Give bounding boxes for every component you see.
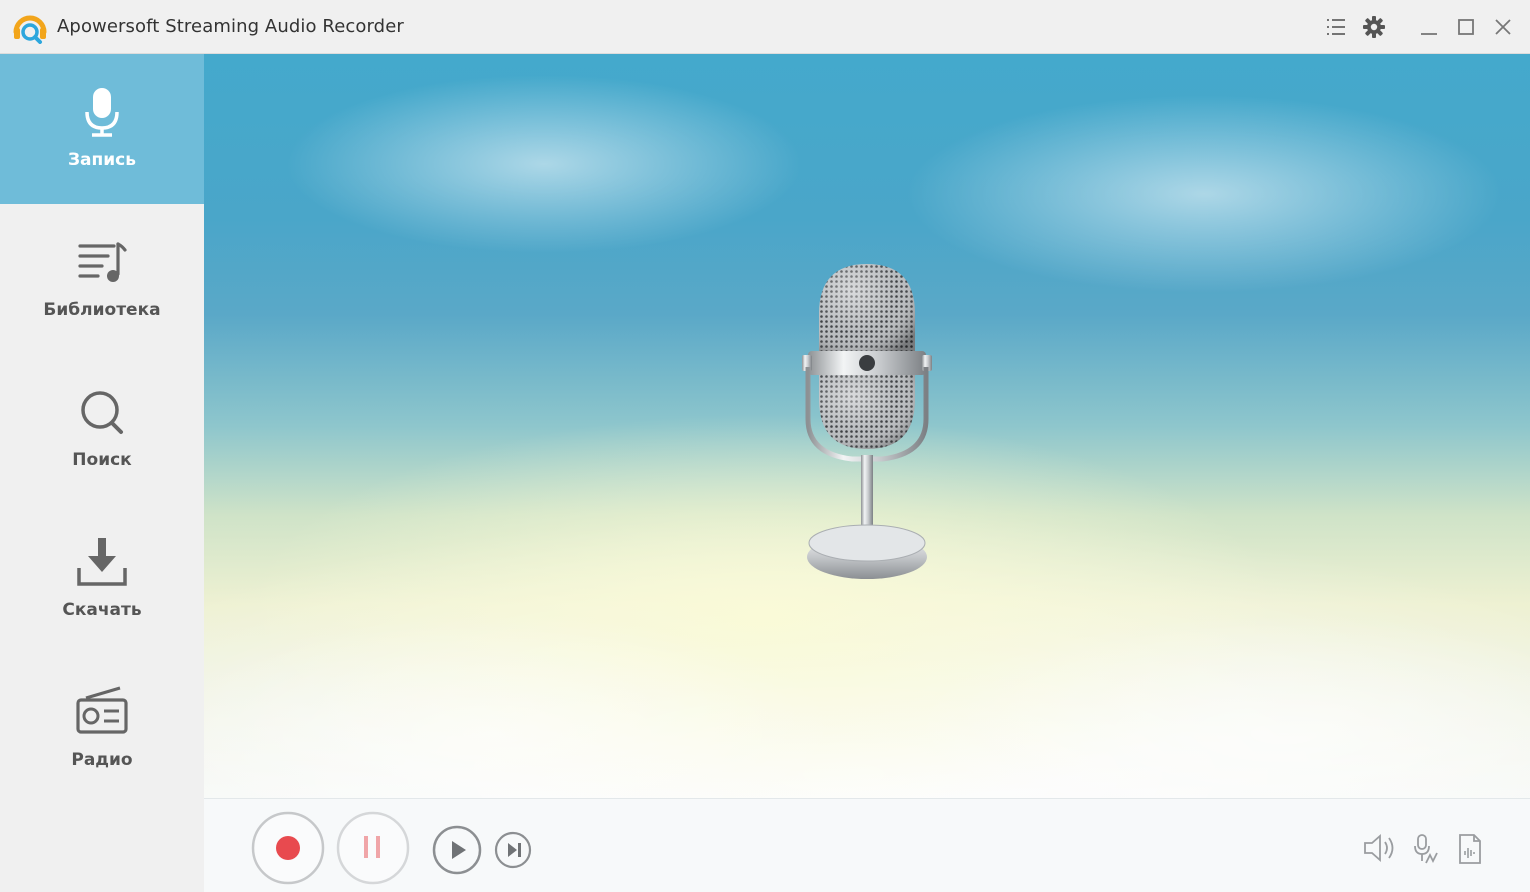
- download-icon: [72, 534, 132, 594]
- audio-source-icon[interactable]: [1412, 833, 1440, 865]
- playback-controls: [204, 798, 1530, 892]
- speaker-icon[interactable]: [1362, 833, 1398, 863]
- sidebar-item-label: Поиск: [72, 450, 132, 470]
- sidebar-item-download[interactable]: Скачать: [0, 504, 204, 654]
- cloud: [904, 614, 1530, 798]
- play-button[interactable]: [432, 825, 482, 875]
- cloud: [904, 94, 1504, 294]
- next-track-icon: [508, 843, 517, 857]
- gear-icon[interactable]: [1361, 14, 1387, 40]
- search-icon: [72, 384, 132, 444]
- record-button[interactable]: [251, 811, 325, 885]
- sidebar-item-label: Скачать: [62, 600, 142, 620]
- record-icon: [276, 836, 300, 860]
- sidebar: Запись Библиотека Поиск Скачать Радио: [0, 54, 204, 892]
- sidebar-item-search[interactable]: Поиск: [0, 354, 204, 504]
- record-stage: [204, 54, 1530, 798]
- sidebar-item-label: Библиотека: [43, 300, 161, 320]
- maximize-icon[interactable]: [1453, 14, 1479, 40]
- close-icon[interactable]: [1490, 14, 1516, 40]
- audio-file-icon[interactable]: [1456, 833, 1484, 865]
- microphone-illustration: [794, 259, 940, 589]
- menu-list-icon[interactable]: [1323, 14, 1349, 40]
- pause-button[interactable]: [336, 811, 410, 885]
- sidebar-item-library[interactable]: Библиотека: [0, 204, 204, 354]
- cloud: [284, 74, 804, 254]
- play-icon: [452, 841, 466, 859]
- radio-icon: [72, 684, 132, 744]
- title-bar: Apowersoft Streaming Audio Recorder: [0, 0, 1530, 54]
- music-list-icon: [72, 234, 132, 294]
- app-logo-icon: [12, 10, 48, 44]
- next-track-button[interactable]: [494, 831, 532, 869]
- sidebar-item-record[interactable]: Запись: [0, 54, 204, 204]
- sidebar-item-radio[interactable]: Радио: [0, 654, 204, 804]
- sidebar-item-label: Радио: [71, 750, 133, 770]
- microphone-icon: [72, 84, 132, 144]
- cloud: [204, 614, 844, 798]
- app-title: Apowersoft Streaming Audio Recorder: [57, 16, 404, 37]
- minimize-icon[interactable]: [1415, 14, 1441, 40]
- sidebar-item-label: Запись: [67, 150, 137, 170]
